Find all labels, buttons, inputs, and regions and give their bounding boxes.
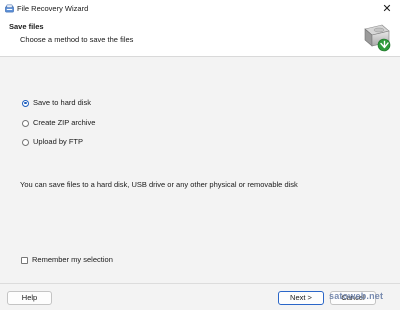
radio-icon[interactable] xyxy=(22,119,29,127)
close-icon: ✕ xyxy=(382,3,392,15)
page-subtitle: Choose a method to save the files xyxy=(20,35,134,44)
wizard-body: Save to hard disk Create ZIP archive Upl… xyxy=(0,57,400,283)
radio-selected-icon[interactable] xyxy=(22,99,29,107)
title-bar: File Recovery Wizard ✕ xyxy=(0,0,400,17)
option-label: Save to hard disk xyxy=(33,98,91,107)
next-button[interactable]: Next > xyxy=(278,291,324,305)
window-title: File Recovery Wizard xyxy=(17,4,89,13)
option-save-to-hard-disk[interactable]: Save to hard disk xyxy=(22,98,91,108)
method-description: You can save files to a hard disk, USB d… xyxy=(20,180,298,189)
wizard-header: Save files Choose a method to save the f… xyxy=(0,17,400,57)
hard-drive-save-icon xyxy=(364,24,391,52)
recovery-app-icon xyxy=(5,4,14,13)
watermark-text: satoweb.net xyxy=(329,291,384,301)
radio-icon[interactable] xyxy=(22,138,29,146)
checkbox-label: Remember my selection xyxy=(32,255,113,264)
page-title: Save files xyxy=(9,22,44,31)
remember-selection-checkbox[interactable]: Remember my selection xyxy=(21,255,113,265)
option-label: Upload by FTP xyxy=(33,137,84,146)
help-button[interactable]: Help xyxy=(7,291,52,305)
close-button[interactable]: ✕ xyxy=(374,0,400,17)
option-upload-by-ftp[interactable]: Upload by FTP xyxy=(22,137,83,147)
checkbox-icon[interactable] xyxy=(21,256,28,264)
option-label: Create ZIP archive xyxy=(33,118,96,127)
option-create-zip-archive[interactable]: Create ZIP archive xyxy=(22,118,95,128)
